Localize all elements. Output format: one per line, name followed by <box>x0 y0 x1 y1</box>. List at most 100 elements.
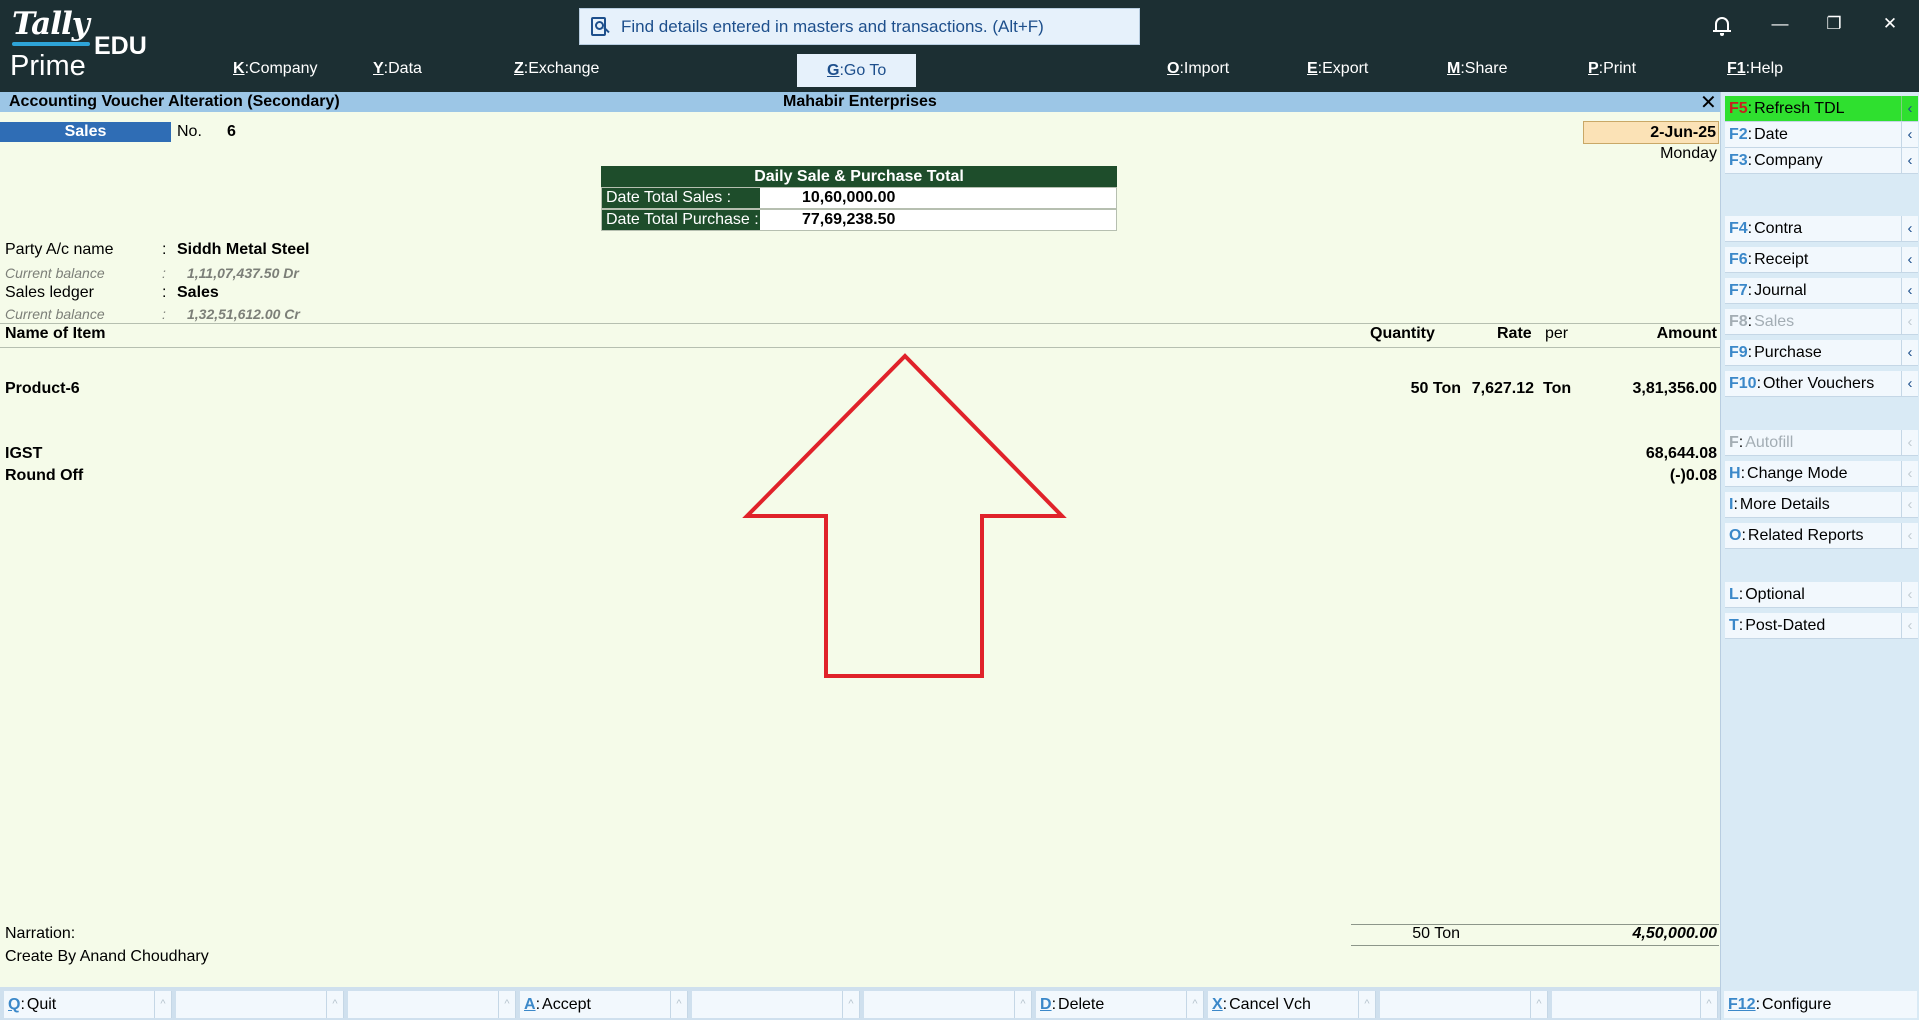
logo-swoosh <box>12 42 90 46</box>
voucher-type[interactable]: Sales <box>0 122 171 142</box>
caret-up-icon: ^ <box>498 991 515 1018</box>
optional-button[interactable]: L: Optional ‹ <box>1725 582 1918 608</box>
item-amount[interactable]: 3,81,356.00 <box>1600 380 1717 398</box>
chevron-left-icon: ‹ <box>1901 492 1918 517</box>
screen-title: Accounting Voucher Alteration (Secondary… <box>9 93 340 110</box>
configure-button[interactable]: F12: Configure <box>1724 991 1917 1018</box>
bottom-empty-slot[interactable]: ^ <box>176 991 344 1018</box>
party-balance-colon: : <box>162 265 166 281</box>
ledger-balance-label: Current balance <box>5 306 105 322</box>
menu-exchange[interactable]: Z:Exchange <box>514 60 599 78</box>
journal-button[interactable]: F7: Journal ‹ <box>1725 278 1918 304</box>
restore-icon[interactable]: ❐ <box>1822 14 1846 34</box>
party-balance-label: Current balance <box>5 265 105 281</box>
menu-import[interactable]: O:Import <box>1167 60 1229 78</box>
ledger-balance-colon: : <box>162 306 166 322</box>
edition-label: EDU <box>94 32 147 60</box>
bottom-empty-slot[interactable]: ^ <box>692 991 860 1018</box>
search-placeholder: Find details entered in masters and tran… <box>621 16 1044 36</box>
menu-export[interactable]: E:Export <box>1307 60 1368 78</box>
divider <box>0 323 1720 324</box>
caret-up-icon: ^ <box>326 991 343 1018</box>
party-colon: : <box>162 241 167 258</box>
change-mode-button[interactable]: H: Change Mode ‹ <box>1725 461 1918 487</box>
receipt-button[interactable]: F6: Receipt ‹ <box>1725 247 1918 273</box>
bottom-empty-slot[interactable]: ^ <box>1380 991 1548 1018</box>
voucher-day: Monday <box>1660 145 1717 162</box>
daily-total-value: 77,69,238.50 <box>802 211 896 228</box>
chevron-left-icon: ‹ <box>1901 96 1918 121</box>
menu-company[interactable]: K:Company <box>233 60 318 78</box>
ledger-round-off-amount[interactable]: (-)0.08 <box>1600 467 1717 485</box>
column-rate: Rate <box>1497 325 1532 342</box>
item-name[interactable]: Product-6 <box>5 380 80 398</box>
item-rate[interactable]: 7,627.12 <box>1462 380 1534 398</box>
bottom-empty-slot[interactable]: ^ <box>348 991 516 1018</box>
item-quantity[interactable]: 50 Ton <box>1380 380 1461 398</box>
date-button[interactable]: F2: Date ‹ <box>1725 122 1918 148</box>
menu-share[interactable]: M:Share <box>1447 60 1507 78</box>
party-label: Party A/c name <box>5 241 114 258</box>
voucher-no-label: No. <box>177 123 202 140</box>
daily-total-title: Daily Sale & Purchase Total <box>601 166 1117 187</box>
top-bar: Tally Prime EDU Find details entered in … <box>0 0 1919 92</box>
column-quantity: Quantity <box>1370 325 1435 342</box>
logo-prime-text: Prime <box>10 50 86 82</box>
total-quantity: 50 Ton <box>1412 925 1460 942</box>
menu-print[interactable]: P:Print <box>1588 60 1636 78</box>
column-amount: Amount <box>1656 325 1717 342</box>
daily-total-value: 10,60,000.00 <box>802 189 896 206</box>
purchase-button[interactable]: F9: Purchase ‹ <box>1725 340 1918 366</box>
narration-text[interactable]: Create By Anand Choudhary <box>5 948 209 966</box>
party-name[interactable]: Siddh Metal Steel <box>177 241 309 259</box>
party-balance: 1,11,07,437.50 Dr <box>187 265 299 281</box>
menu-data[interactable]: Y:Data <box>373 60 422 78</box>
menu-help[interactable]: F1:Help <box>1727 60 1783 78</box>
minimize-icon[interactable]: — <box>1768 14 1792 34</box>
daily-total-label: Date Total Purchase : <box>602 210 760 230</box>
ledger-igst-name[interactable]: IGST <box>5 445 42 463</box>
chevron-left-icon: ‹ <box>1901 371 1918 396</box>
caret-up-icon: ^ <box>154 991 171 1018</box>
company-name: Mahabir Enterprises <box>783 93 937 110</box>
chevron-left-icon: ‹ <box>1901 278 1918 303</box>
more-details-button[interactable]: I: More Details ‹ <box>1725 492 1918 518</box>
ledger-igst-amount[interactable]: 68,644.08 <box>1600 445 1717 463</box>
company-button[interactable]: F3: Company ‹ <box>1725 148 1918 174</box>
chevron-left-icon: ‹ <box>1901 309 1918 334</box>
post-dated-button[interactable]: T: Post-Dated ‹ <box>1725 613 1918 639</box>
quit-button[interactable]: Q: Quit ^ <box>4 991 172 1018</box>
daily-total-row: Date Total Sales : 10,60,000.00 <box>601 187 1117 209</box>
close-icon[interactable]: ✕ <box>1878 14 1902 34</box>
bottom-empty-slot[interactable]: ^ <box>864 991 1032 1018</box>
caret-up-icon: ^ <box>1530 991 1547 1018</box>
other-vouchers-button[interactable]: F10: Other Vouchers ‹ <box>1725 371 1918 397</box>
divider <box>0 347 1720 348</box>
voucher-no[interactable]: 6 <box>227 123 236 141</box>
voucher-date-field[interactable]: 2-Jun-25 <box>1583 121 1719 144</box>
autofill-button[interactable]: F: Autofill ‹ <box>1725 430 1918 456</box>
item-per[interactable]: Ton <box>1543 380 1571 398</box>
menu-go-to[interactable]: G:Go To <box>797 54 917 87</box>
total-amount: 4,50,000.00 <box>1632 925 1717 942</box>
column-name-of-item: Name of Item <box>5 325 106 342</box>
ledger-round-off-name[interactable]: Round Off <box>5 467 83 485</box>
notification-bell-icon[interactable] <box>1713 15 1731 36</box>
refresh-tdl-button[interactable]: F5: Refresh TDL ‹ <box>1725 96 1918 122</box>
bottom-button-bar: Q: Quit ^ ^ ^ A: Accept ^ ^ ^ D: Delete ^ X: Ca… <box>0 987 1720 1020</box>
narration-label: Narration: <box>5 925 76 942</box>
related-reports-button[interactable]: O: Related Reports ‹ <box>1725 523 1918 549</box>
daily-total-row: Date Total Purchase : 77,69,238.50 <box>601 209 1117 231</box>
contra-button[interactable]: F4: Contra ‹ <box>1725 216 1918 242</box>
accept-button[interactable]: A: Accept ^ <box>520 991 688 1018</box>
chevron-left-icon: ‹ <box>1901 216 1918 241</box>
bottom-empty-slot[interactable]: ^ <box>1552 991 1718 1018</box>
sales-button[interactable]: F8: Sales ‹ <box>1725 309 1918 335</box>
search-bar[interactable]: Find details entered in masters and tran… <box>579 8 1140 45</box>
delete-button[interactable]: D: Delete ^ <box>1036 991 1204 1018</box>
close-screen-icon[interactable]: ✕ <box>1700 90 1717 115</box>
cancel-voucher-button[interactable]: X: Cancel Vch ^ <box>1208 991 1376 1018</box>
total-divider <box>1351 945 1719 946</box>
sales-ledger-name[interactable]: Sales <box>177 284 219 302</box>
caret-up-icon: ^ <box>1186 991 1203 1018</box>
